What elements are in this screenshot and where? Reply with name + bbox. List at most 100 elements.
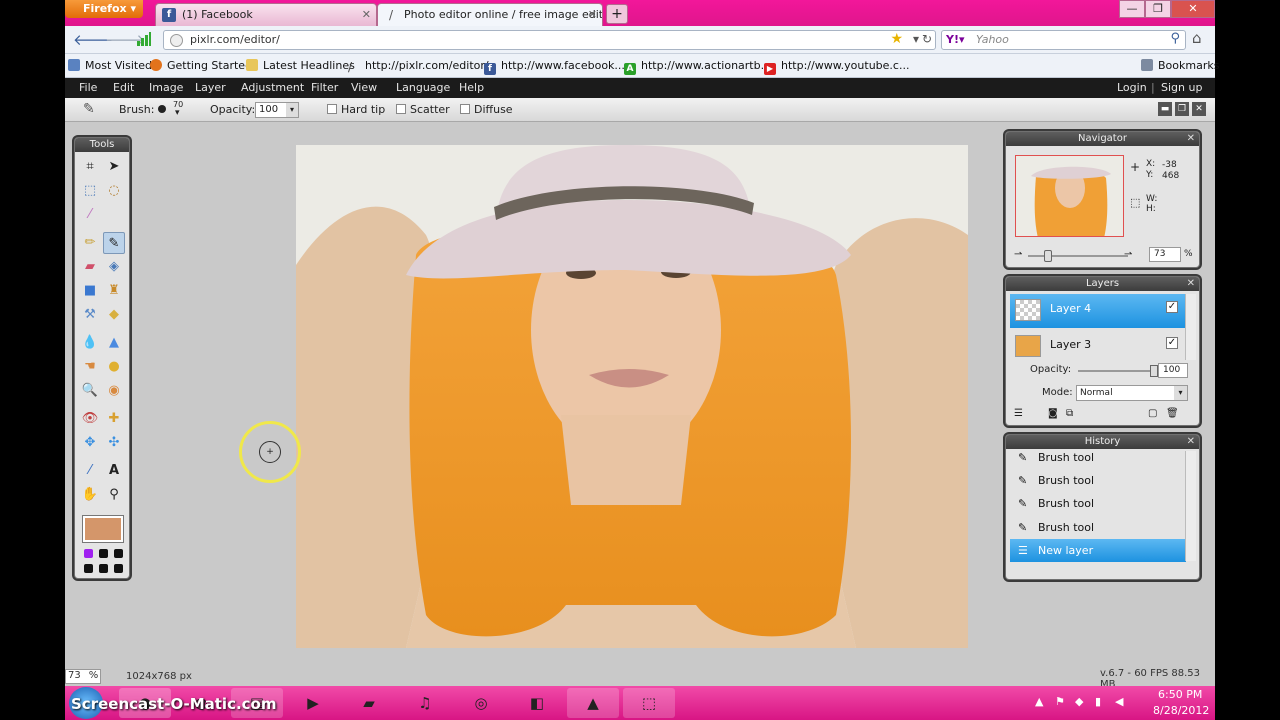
taskbar-media-player[interactable]: ▶ [287, 688, 339, 718]
color-swatch-black[interactable] [84, 564, 93, 573]
stamp-tool-icon[interactable]: ♜ [103, 280, 125, 302]
firefox-menu-button[interactable]: Firefox ▾ [65, 0, 143, 18]
eraser-tool-icon[interactable]: ▰ [79, 256, 101, 278]
bookmark-most-visited[interactable]: Most Visited [68, 59, 152, 72]
spot-heal-tool-icon[interactable]: ✚ [103, 408, 125, 430]
marquee-tool-icon[interactable]: ⬚ [79, 180, 101, 202]
wand-tool-icon[interactable]: ⁄ [79, 204, 101, 226]
scatter-checkbox[interactable]: Scatter [396, 103, 450, 116]
layer-opacity-handle[interactable] [1150, 365, 1158, 377]
layer-opacity-slider[interactable] [1078, 365, 1158, 377]
menu-filter[interactable]: Filter [311, 81, 338, 94]
tray-network-icon[interactable]: ▮ [1095, 695, 1101, 708]
diffuse-checkbox[interactable]: Diffuse [460, 103, 513, 116]
history-item[interactable]: ✎ Brush tool [1010, 516, 1186, 539]
hand-tool-icon[interactable]: ✋ [79, 484, 101, 506]
menu-view[interactable]: View [351, 81, 377, 94]
minimize-button[interactable]: — [1119, 0, 1145, 18]
sponge-tool-icon[interactable]: ● [103, 356, 125, 378]
smudge-tool-icon[interactable]: ☚ [79, 356, 101, 378]
lasso-tool-icon[interactable]: ◌ [103, 180, 125, 202]
pinch-tool-icon[interactable]: ✣ [103, 432, 125, 454]
history-item[interactable]: ✎ Brush tool [1010, 469, 1186, 492]
bookmark-latest-headlines[interactable]: Latest Headlines [246, 59, 355, 72]
pencil-tool-icon[interactable]: ✏ [79, 232, 101, 254]
login-link[interactable]: Login [1117, 81, 1147, 94]
taskbar-app[interactable]: ◧ [511, 688, 563, 718]
tray-volume-icon[interactable]: ◀ [1115, 695, 1123, 708]
zoom-tool-icon[interactable]: ⚲ [103, 484, 125, 506]
zoom-out-icon[interactable]: ⇀ [1014, 249, 1022, 260]
blur-tool-icon[interactable]: 💧 [79, 332, 101, 354]
tab-facebook[interactable]: f (1) Facebook ✕ [155, 3, 377, 26]
chevron-down-icon[interactable]: ▾ [175, 108, 180, 118]
color-swatch-black[interactable] [114, 549, 123, 558]
taskbar-folder[interactable]: ▰ [343, 688, 395, 718]
crop-tool-icon[interactable]: ⌗ [79, 156, 101, 178]
menu-file[interactable]: File [79, 81, 97, 94]
history-item[interactable]: ✎ Brush tool [1010, 492, 1186, 515]
history-item[interactable]: ☰ New layer [1010, 539, 1186, 562]
layer-menu-icon[interactable]: ☰ [1014, 408, 1023, 419]
bookmark-actionart[interactable]: Ahttp://www.actionartb... [624, 59, 771, 75]
tray-arrow-icon[interactable]: ▲ [1035, 695, 1043, 708]
zoom-in-icon[interactable]: ⇀ [1124, 249, 1132, 260]
color-replace-tool-icon[interactable]: ⚒ [79, 304, 101, 326]
clock-date[interactable]: 8/28/2012 [1153, 704, 1209, 717]
close-icon[interactable]: ✕ [1187, 277, 1195, 291]
color-swatch-black[interactable] [99, 549, 108, 558]
move-tool-icon[interactable]: ➤ [103, 156, 125, 178]
blend-mode-select[interactable]: Normal ▾ [1076, 385, 1188, 401]
bloat-tool-icon[interactable]: ✥ [79, 432, 101, 454]
color-picker-tool-icon[interactable]: ⁄ [79, 460, 101, 482]
menu-language[interactable]: Language [396, 81, 450, 94]
zoom-slider[interactable] [1028, 250, 1128, 262]
layer-visibility-checkbox[interactable]: ✓ [1166, 337, 1178, 349]
tab-pixlr[interactable]: / Photo editor online / free image editi… [377, 3, 603, 26]
home-icon[interactable]: ⌂ [1192, 29, 1202, 47]
foreground-color-swatch[interactable] [83, 516, 123, 542]
minimize-icon[interactable]: ▬ [1158, 102, 1172, 116]
history-item[interactable]: ✎ Brush tool [1010, 449, 1186, 467]
dodge-tool-icon[interactable]: 🔍 [79, 380, 101, 402]
bookmarks-menu[interactable]: Bookmarks [1141, 59, 1219, 72]
new-tab-button[interactable]: + [606, 4, 628, 24]
delete-layer-icon[interactable]: 🗑 [1166, 408, 1179, 419]
maximize-icon[interactable]: ❐ [1175, 102, 1189, 116]
color-swatch-purple[interactable] [84, 549, 93, 558]
bookmark-facebook[interactable]: f http://www.facebook.... [484, 59, 628, 75]
burn-tool-icon[interactable]: ◉ [103, 380, 125, 402]
layer-mask-icon[interactable]: ◙ [1048, 408, 1058, 419]
bookmark-pixlr[interactable]: / http://pixlr.com/editor/ [348, 59, 489, 73]
color-swatch-black[interactable] [99, 564, 108, 573]
tray-app-icon[interactable]: ◆ [1075, 695, 1083, 708]
menu-image[interactable]: Image [149, 81, 183, 94]
menu-help[interactable]: Help [459, 81, 484, 94]
bookmark-getting-started[interactable]: Getting Started [150, 59, 252, 72]
red-eye-tool-icon[interactable]: 👁 [79, 408, 101, 430]
hard-tip-checkbox[interactable]: Hard tip [327, 103, 385, 116]
signup-link[interactable]: Sign up [1161, 81, 1202, 94]
status-zoom-input[interactable]: 73% [65, 669, 101, 684]
bucket-tool-icon[interactable]: ◈ [103, 256, 125, 278]
zoom-input[interactable]: 73 [1149, 247, 1181, 262]
drawing-tool-icon[interactable]: ◆ [103, 304, 125, 326]
layer-style-icon[interactable]: ⧉ [1066, 408, 1073, 419]
history-scrollbar[interactable] [1185, 451, 1196, 561]
close-icon[interactable]: ✕ [1187, 132, 1195, 146]
bookmark-star-icon[interactable]: ★ [890, 31, 903, 47]
search-input[interactable]: Y!▾ Yahoo ⚲ [941, 30, 1186, 50]
close-icon[interactable]: ✕ [1192, 102, 1206, 116]
taskbar-screencast[interactable]: ⬚ [623, 688, 675, 718]
menu-layer[interactable]: Layer [195, 81, 226, 94]
brush-preview-icon[interactable] [158, 105, 166, 113]
layers-scrollbar[interactable] [1185, 294, 1196, 360]
menu-adjustment[interactable]: Adjustment [241, 81, 304, 94]
type-tool-icon[interactable]: A [103, 460, 125, 482]
url-bar[interactable]: pixlr.com/editor/ ★ ▾ ↻ [163, 30, 936, 50]
layer-opacity-input[interactable]: 100 [1158, 363, 1188, 378]
restore-button[interactable]: ❐ [1145, 0, 1171, 18]
menu-edit[interactable]: Edit [113, 81, 134, 94]
taskbar-sims[interactable]: ◎ [455, 688, 507, 718]
close-window-button[interactable]: ✕ [1171, 0, 1215, 18]
